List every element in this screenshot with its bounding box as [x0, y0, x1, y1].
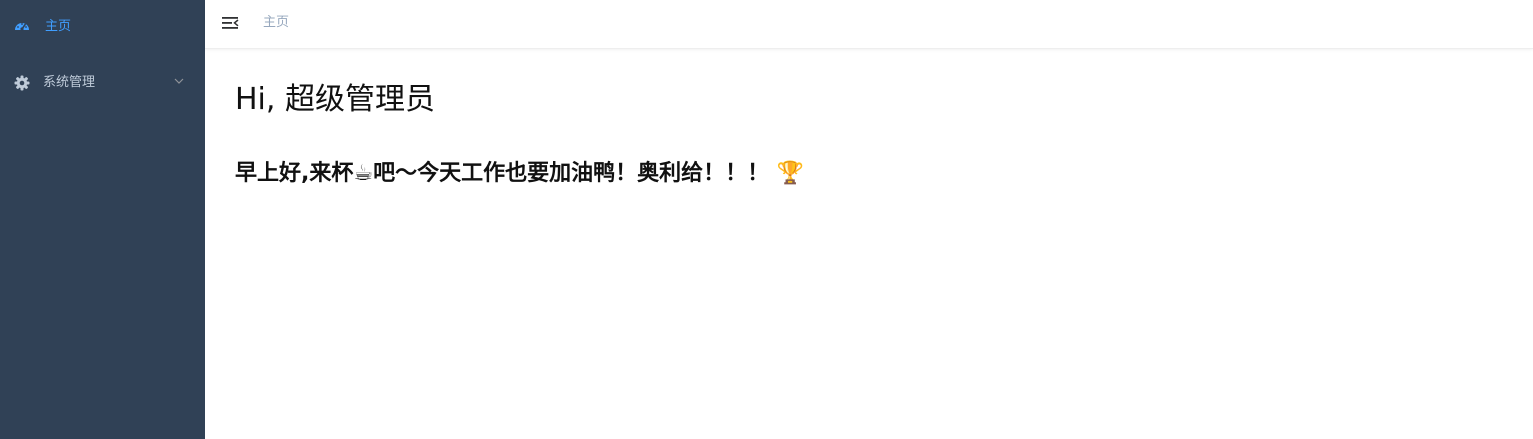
welcome-message: 早上好,来杯☕吧～今天工作也要加油鸭！奥利给！！！ 🏆 — [235, 161, 805, 186]
sidebar-item-system-management[interactable]: 系统管理 — [0, 55, 205, 111]
app-root: 主页 系统管理 主页 Hi, 超级管理员 早上好,来杯☕吧～今天工作也要加油鸭！… — [0, 0, 1533, 439]
greeting-title: Hi, 超级管理员 — [235, 82, 435, 117]
menu-fold-icon[interactable] — [221, 14, 239, 32]
sidebar: 主页 系统管理 — [0, 0, 205, 439]
chevron-down-icon[interactable] — [173, 75, 185, 87]
gear-icon — [14, 75, 30, 91]
main-content: Hi, 超级管理员 早上好,来杯☕吧～今天工作也要加油鸭！奥利给！！！ 🏆 — [205, 49, 1533, 439]
breadcrumb: 主页 — [263, 15, 290, 30]
dashboard-icon — [15, 23, 29, 31]
sidebar-item-label: 系统管理 — [43, 75, 96, 90]
sidebar-item-home[interactable]: 主页 — [0, 0, 205, 56]
top-navbar: 主页 — [205, 0, 1533, 49]
sidebar-item-label: 主页 — [45, 19, 72, 34]
